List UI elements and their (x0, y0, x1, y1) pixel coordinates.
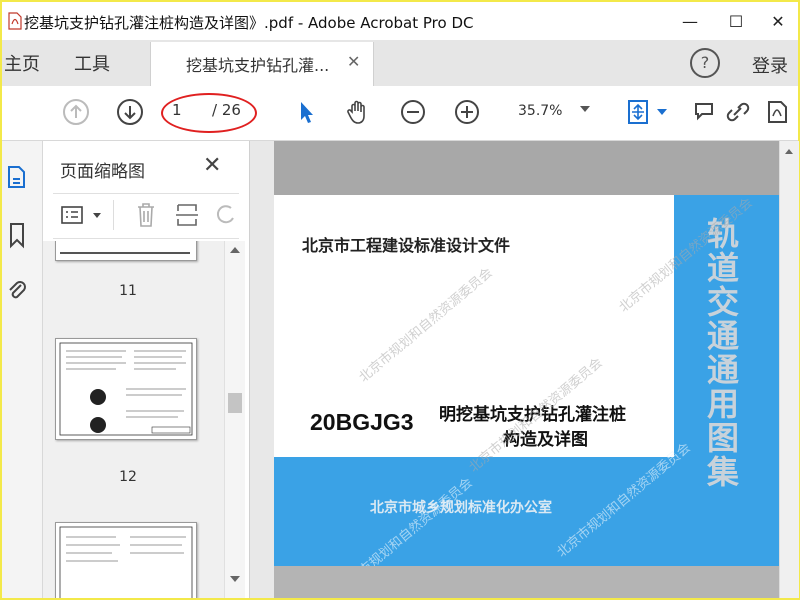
thumbnail-page-12[interactable] (55, 338, 197, 440)
link-share-icon[interactable] (724, 98, 752, 126)
close-window-button[interactable]: ✕ (758, 8, 798, 36)
doc-scroll-up-icon[interactable] (785, 149, 793, 154)
page-top-band (274, 141, 779, 195)
maximize-button[interactable]: ☐ (716, 8, 756, 36)
page-number-input[interactable]: 1 (172, 101, 182, 119)
thumbnail-drawing (59, 342, 193, 436)
scroll-up-icon[interactable] (230, 247, 240, 253)
next-page-icon[interactable] (116, 98, 144, 126)
thumbnail-page-number: 11 (119, 283, 137, 299)
document-series-title: 轨道交通通用图集 (706, 215, 739, 491)
thumbnail-page-13[interactable] (55, 522, 197, 598)
thumbnail-drawing (59, 526, 193, 598)
thumbnail-panel-title: 页面缩略图 (60, 162, 145, 182)
pdf-export-icon[interactable] (764, 98, 792, 126)
thumbnail-scroll-thumb[interactable] (228, 393, 242, 413)
tab-home[interactable]: 主页 (4, 50, 40, 76)
close-tab-button[interactable]: ✕ (347, 52, 360, 71)
login-button[interactable]: 登录 (752, 52, 788, 78)
help-button[interactable]: ? (690, 48, 720, 78)
extract-page-icon[interactable] (175, 202, 199, 228)
tab-tools[interactable]: 工具 (74, 50, 110, 76)
thumbnail-scrollbar[interactable] (224, 241, 245, 598)
page-thumbnails-icon[interactable] (6, 163, 28, 191)
zoom-level-field[interactable]: 35.7% (518, 103, 562, 119)
pdf-page: 北京市工程建设标准设计文件 20BGJG3 明挖基坑支护钻孔灌注桩 构造及详图 … (274, 141, 779, 598)
zoom-out-icon[interactable] (399, 98, 427, 126)
document-office: 北京市城乡规划标准化办公室 (370, 500, 552, 516)
thumbnail-page-11[interactable] (55, 241, 197, 261)
toolbar: 1 / 26 35.7% (2, 86, 798, 141)
thumbnail-panel-close[interactable]: ✕ (203, 153, 221, 178)
attachments-icon[interactable] (6, 277, 28, 305)
thumbnail-list: 11 12 (43, 241, 227, 598)
rotate-page-icon[interactable] (215, 202, 237, 228)
previous-page-icon[interactable] (62, 98, 90, 126)
document-organization: 北京市工程建设标准设计文件 (302, 236, 511, 255)
title-bar: 挖基坑支护钻孔灌注桩构造及详图》.pdf - Adobe Acrobat Pro… (2, 2, 798, 40)
thumbnail-rule (60, 252, 190, 254)
thumbnail-panel: 页面缩略图 ✕ 11 12 (43, 141, 250, 598)
select-tool-icon[interactable] (292, 98, 320, 126)
document-scrollbar[interactable] (779, 141, 799, 598)
comment-icon[interactable] (692, 98, 720, 126)
navigation-rail (2, 141, 43, 598)
document-code: 20BGJG3 (310, 409, 414, 435)
thumbnail-page-number: 12 (119, 469, 137, 485)
toolbar-divider (113, 200, 114, 230)
zoom-dropdown-icon[interactable] (580, 106, 590, 112)
delete-page-icon[interactable] (135, 202, 157, 228)
fit-dropdown-icon[interactable] (657, 109, 667, 115)
options-dropdown-icon[interactable] (93, 213, 101, 218)
fit-page-icon[interactable] (624, 98, 652, 126)
thumbnail-toolbar (53, 193, 239, 239)
tab-document[interactable]: 挖基坑支护钻孔灌... ✕ (150, 42, 374, 86)
tab-document-label: 挖基坑支护钻孔灌... (186, 56, 330, 75)
hand-tool-icon[interactable] (344, 98, 372, 126)
options-menu-icon[interactable] (61, 204, 87, 226)
zoom-in-icon[interactable] (453, 98, 481, 126)
window-title: 挖基坑支护钻孔灌注桩构造及详图》.pdf - Adobe Acrobat Pro… (24, 14, 474, 32)
pdf-file-icon (8, 12, 22, 30)
scroll-down-icon[interactable] (230, 576, 240, 582)
page-bottom-band (274, 566, 779, 598)
page-total: / 26 (212, 101, 241, 119)
tab-bar: 主页 工具 挖基坑支护钻孔灌... ✕ ? 登录 (2, 40, 798, 86)
bookmarks-icon[interactable] (6, 221, 28, 249)
minimize-button[interactable]: — (670, 8, 710, 36)
